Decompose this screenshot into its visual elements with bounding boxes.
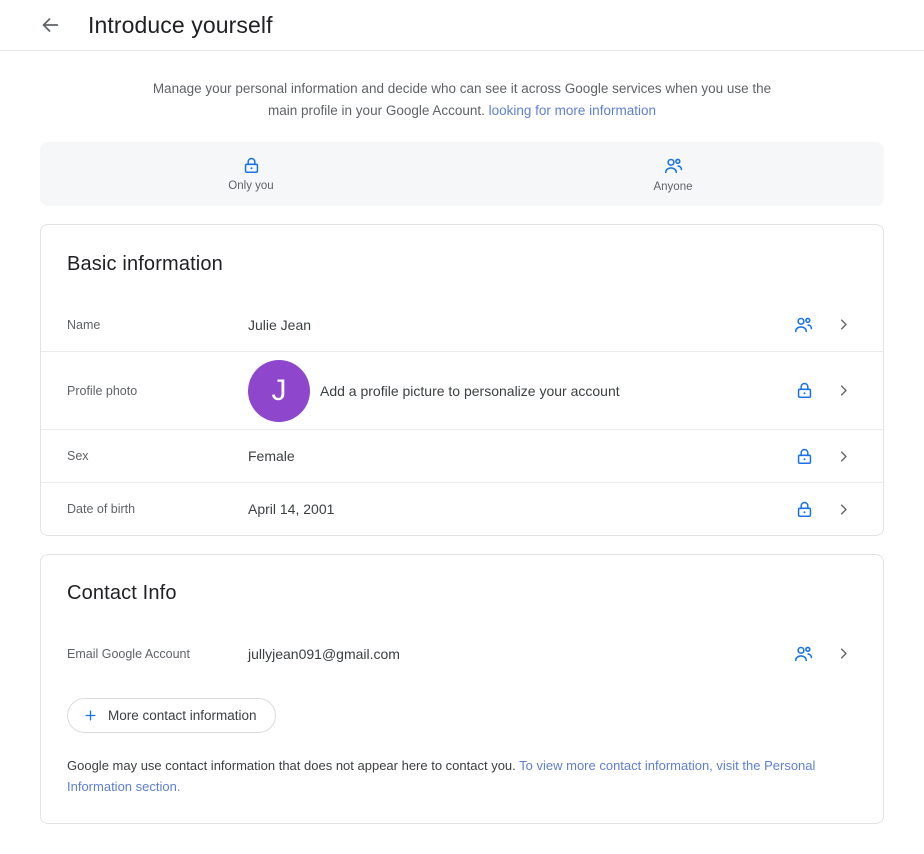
contact-info-card: Contact Info Email Google Account jullyj… bbox=[40, 554, 884, 824]
row-profile-photo-label: Profile photo bbox=[67, 383, 138, 398]
row-profile-photo[interactable]: Profile photo J Add a profile picture to… bbox=[41, 351, 883, 429]
basic-information-rows: Name Julie Jean Profile photo J Add a pr… bbox=[41, 298, 883, 535]
row-sex[interactable]: Sex Female bbox=[41, 429, 883, 482]
row-sex-value: Female bbox=[248, 448, 295, 464]
footnote-text: Google may use contact information that … bbox=[67, 758, 520, 773]
contact-info-title: Contact Info bbox=[67, 582, 177, 604]
row-profile-photo-value: J Add a profile picture to personalize y… bbox=[248, 359, 795, 422]
back-button[interactable] bbox=[36, 11, 64, 39]
tab-only-you[interactable]: Only you bbox=[40, 156, 462, 192]
page-header: Introduce yourself bbox=[0, 0, 924, 51]
row-name-label: Name bbox=[67, 317, 101, 332]
people-icon bbox=[663, 156, 684, 176]
description-text: Manage your personal information and dec… bbox=[152, 81, 772, 118]
row-email-value: jullyjean091@gmail.com bbox=[248, 645, 400, 662]
page-title: Introduce yourself bbox=[88, 11, 273, 38]
chevron-right-icon[interactable] bbox=[836, 646, 851, 661]
tab-anyone[interactable]: Anyone bbox=[462, 156, 884, 193]
contact-info-rows: Email Google Account jullyjean091@gmail.… bbox=[41, 627, 883, 680]
page-description: Manage your personal information and dec… bbox=[152, 78, 772, 122]
people-icon[interactable] bbox=[793, 315, 814, 335]
profile-photo-hint: Add a profile picture to personalize you… bbox=[320, 382, 620, 399]
row-name[interactable]: Name Julie Jean bbox=[41, 298, 883, 351]
row-sex-label: Sex bbox=[67, 449, 89, 463]
avatar[interactable]: J bbox=[248, 359, 310, 422]
chevron-right-icon[interactable] bbox=[836, 502, 851, 517]
row-date-of-birth-icons bbox=[795, 500, 859, 519]
tab-only-you-label: Only you bbox=[228, 180, 274, 192]
row-email-google-account[interactable]: Email Google Account jullyjean091@gmail.… bbox=[41, 627, 883, 680]
chevron-right-icon[interactable] bbox=[836, 317, 851, 332]
contact-info-footnote: Google may use contact information that … bbox=[41, 733, 883, 823]
chevron-right-icon[interactable] bbox=[836, 449, 851, 464]
lock-icon bbox=[242, 156, 261, 175]
row-date-of-birth-label: Date of birth bbox=[67, 502, 136, 516]
row-profile-photo-icons bbox=[795, 381, 859, 400]
people-icon[interactable] bbox=[793, 644, 814, 664]
more-contact-information-wrap: More contact information bbox=[41, 680, 883, 733]
lock-icon[interactable] bbox=[795, 447, 814, 466]
basic-information-card: Basic information Name Julie Jean Profil… bbox=[40, 224, 884, 536]
row-email-label: Email Google Account bbox=[67, 646, 190, 661]
tab-anyone-label: Anyone bbox=[653, 180, 693, 193]
basic-information-title: Basic information bbox=[67, 253, 223, 275]
row-date-of-birth-value: April 14, 2001 bbox=[248, 501, 335, 517]
row-name-value: Julie Jean bbox=[248, 316, 312, 333]
more-contact-information-button[interactable]: More contact information bbox=[67, 698, 276, 733]
row-sex-icons bbox=[795, 447, 859, 466]
row-name-icons bbox=[793, 315, 859, 335]
more-information-link[interactable]: looking for more information bbox=[489, 103, 656, 118]
lock-icon[interactable] bbox=[795, 381, 814, 400]
chevron-right-icon[interactable] bbox=[836, 383, 851, 398]
visibility-legend: Only you Anyone bbox=[40, 142, 884, 206]
lock-icon[interactable] bbox=[795, 500, 814, 519]
more-contact-information-label: More contact information bbox=[108, 708, 257, 723]
arrow-left-icon bbox=[39, 14, 61, 36]
row-email-icons bbox=[793, 644, 859, 664]
plus-icon bbox=[83, 708, 98, 723]
row-date-of-birth[interactable]: Date of birth April 14, 2001 bbox=[41, 482, 883, 535]
